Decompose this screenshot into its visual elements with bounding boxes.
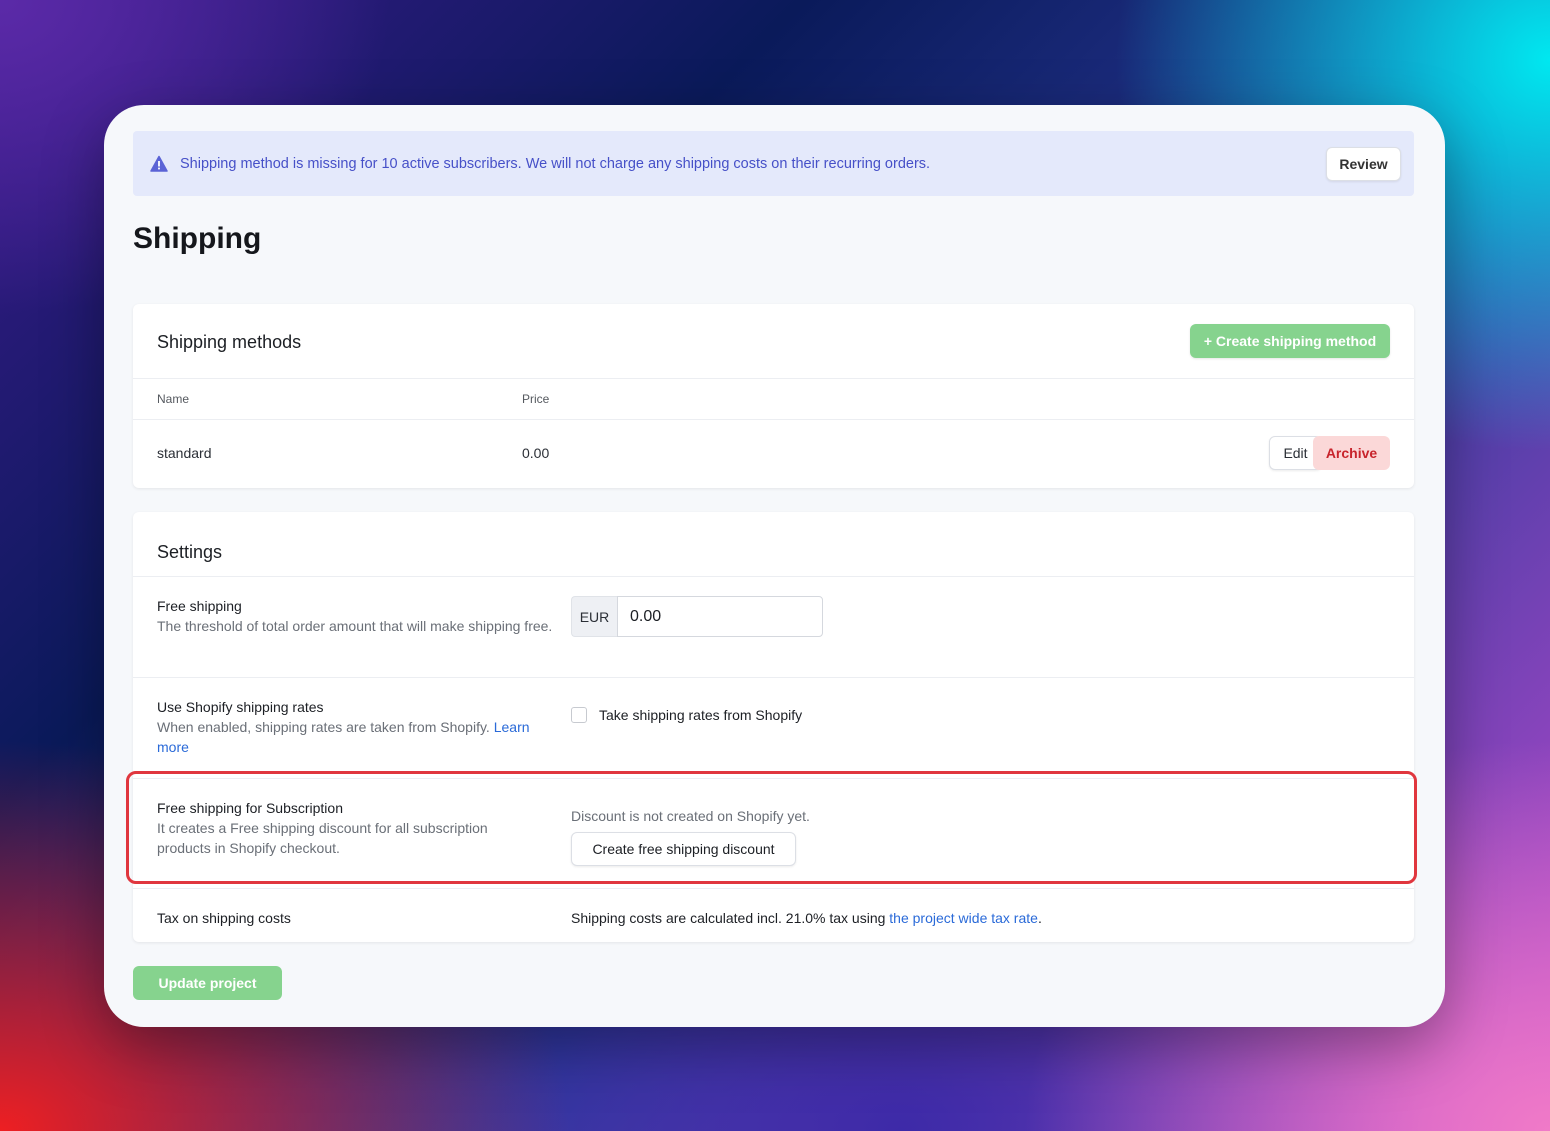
subscription-free-shipping-label: Free shipping for Subscription	[157, 800, 343, 816]
banner-message: Shipping method is missing for 10 active…	[180, 155, 931, 172]
shipping-methods-card: Shipping methods + Create shipping metho…	[133, 304, 1414, 488]
free-shipping-description: The threshold of total order amount that…	[157, 618, 553, 634]
method-price: 0.00	[522, 445, 550, 461]
tax-label: Tax on shipping costs	[157, 910, 291, 926]
shopify-rates-description-text: When enabled, shipping rates are taken f…	[157, 719, 490, 735]
archive-button[interactable]: Archive	[1313, 436, 1390, 470]
divider	[133, 419, 1414, 420]
create-shipping-method-button[interactable]: + Create shipping method	[1190, 324, 1390, 358]
shopify-rates-description: When enabled, shipping rates are taken f…	[157, 717, 557, 757]
shopify-rates-setting: Use Shopify shipping rates When enabled,…	[157, 697, 557, 757]
discount-status-text: Discount is not created on Shopify yet.	[571, 808, 810, 824]
tax-description-text: Shipping costs are calculated incl. 21.0…	[571, 910, 886, 926]
review-button[interactable]: Review	[1326, 147, 1401, 181]
shipping-methods-title: Shipping methods	[157, 332, 302, 352]
divider	[133, 576, 1414, 577]
app-window: Shipping method is missing for 10 active…	[104, 105, 1445, 1027]
shopify-rates-checkbox-row[interactable]: Take shipping rates from Shopify	[571, 707, 802, 723]
subscription-free-shipping-description: It creates a Free shipping discount for …	[157, 820, 488, 856]
warning-triangle-icon	[150, 155, 168, 173]
divider	[133, 778, 1414, 779]
shopify-rates-label: Use Shopify shipping rates	[157, 699, 324, 715]
divider	[133, 677, 1414, 678]
tax-description: Shipping costs are calculated incl. 21.0…	[571, 910, 1042, 926]
shopify-rates-checkbox-label: Take shipping rates from Shopify	[599, 707, 803, 723]
free-shipping-threshold-input[interactable]	[617, 596, 823, 637]
subscription-free-shipping-setting: Free shipping for Subscription It create…	[157, 798, 557, 858]
create-free-shipping-discount-button[interactable]: Create free shipping discount	[571, 832, 796, 866]
free-shipping-threshold-field: EUR	[571, 596, 823, 637]
project-tax-rate-link[interactable]: the project wide tax rate	[889, 910, 1038, 926]
currency-prefix: EUR	[571, 596, 617, 637]
settings-card: Settings Free shipping The threshold of …	[133, 512, 1414, 942]
free-shipping-setting: Free shipping The threshold of total ord…	[157, 596, 557, 636]
column-header-price: Price	[522, 392, 550, 406]
divider	[133, 888, 1414, 889]
warning-banner: Shipping method is missing for 10 active…	[133, 131, 1414, 196]
page-title: Shipping	[133, 222, 262, 255]
tax-suffix: .	[1037, 910, 1042, 926]
free-shipping-label: Free shipping	[157, 598, 242, 614]
method-name: standard	[157, 445, 212, 461]
shopify-rates-checkbox[interactable]	[571, 707, 587, 723]
divider	[133, 378, 1414, 379]
column-header-name: Name	[157, 392, 190, 406]
settings-title: Settings	[157, 542, 223, 562]
update-project-button[interactable]: Update project	[133, 966, 282, 1000]
